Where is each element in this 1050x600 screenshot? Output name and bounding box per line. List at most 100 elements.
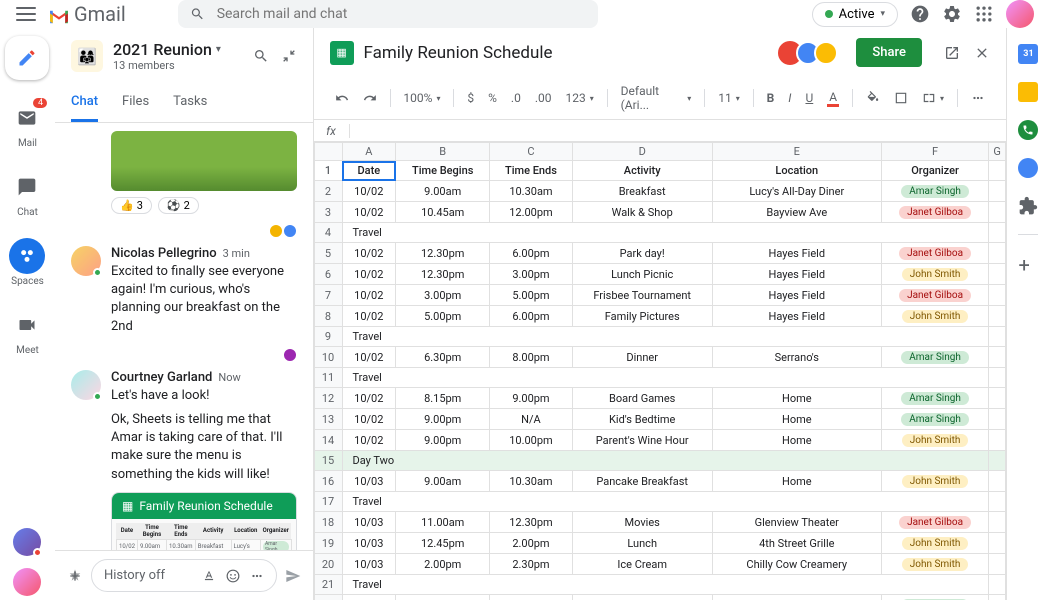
cell[interactable]: 12.30pm <box>396 264 490 285</box>
row-header[interactable]: 10 <box>314 347 342 368</box>
cell[interactable]: 5.30pm <box>490 595 572 600</box>
compose-button[interactable] <box>5 36 49 80</box>
cell[interactable] <box>989 243 1006 264</box>
rail-chat[interactable]: Chat <box>1 161 53 226</box>
contacts-icon[interactable] <box>1018 120 1038 140</box>
sender-avatar[interactable] <box>71 246 101 276</box>
col-header-A[interactable]: A <box>342 143 396 161</box>
col-header-F[interactable]: F <box>881 143 989 161</box>
cell[interactable] <box>989 451 1006 471</box>
percent-button[interactable]: % <box>483 88 502 108</box>
dm-avatar-2[interactable] <box>13 568 41 596</box>
cell[interactable]: 8.00pm <box>490 347 572 368</box>
cell[interactable]: Kid's Bedtime <box>572 409 712 430</box>
cell[interactable]: 12.00pm <box>490 202 572 223</box>
more-toolbar-icon[interactable] <box>966 88 990 108</box>
cell[interactable]: Dinner <box>572 347 712 368</box>
settings-icon[interactable] <box>942 4 962 24</box>
cell[interactable]: 10.30am <box>490 471 572 492</box>
add-icon[interactable] <box>67 568 83 584</box>
cell[interactable]: Travel <box>342 575 989 595</box>
cell[interactable]: Travel <box>342 327 989 347</box>
cell[interactable]: 10/03 <box>342 533 396 554</box>
cell[interactable]: Travel <box>342 223 989 243</box>
cell[interactable] <box>989 595 1006 600</box>
row-header[interactable]: 18 <box>314 512 342 533</box>
cell[interactable]: Day Two <box>342 451 989 471</box>
sender-avatar[interactable] <box>71 370 101 400</box>
apps-icon[interactable] <box>974 4 994 24</box>
send-icon[interactable] <box>285 568 301 584</box>
cell[interactable]: Chilly Cow Creamery <box>712 554 881 575</box>
cell[interactable]: Glenview Theater <box>712 512 881 533</box>
cell[interactable]: Hayes Field <box>712 306 881 327</box>
underline-button[interactable]: U <box>800 88 818 108</box>
cell[interactable]: Activity <box>572 161 712 181</box>
redo-icon[interactable] <box>358 88 382 108</box>
row-header[interactable]: 16 <box>314 471 342 492</box>
row-header[interactable]: 6 <box>314 264 342 285</box>
rail-meet[interactable]: Meet <box>1 299 53 364</box>
col-header-D[interactable]: D <box>572 143 712 161</box>
cell[interactable]: Janet Gilboa <box>881 202 989 223</box>
open-external-icon[interactable] <box>944 45 960 61</box>
corner-cell[interactable] <box>314 143 342 161</box>
reaction-soccer[interactable]: ⚽2 <box>158 197 199 214</box>
spreadsheet-grid[interactable]: ABCDEFG1 Date Time Begins Time Ends Acti… <box>314 142 1006 600</box>
cell[interactable]: Home <box>712 388 881 409</box>
cell[interactable]: 2.00pm <box>396 554 490 575</box>
cell[interactable] <box>989 285 1006 306</box>
cell[interactable]: 10/02 <box>342 409 396 430</box>
space-name[interactable]: 2021 Reunion▾ <box>113 40 243 59</box>
share-button[interactable]: Share <box>856 38 922 67</box>
cell[interactable]: John Smith <box>881 264 989 285</box>
gmail-logo[interactable]: Gmail <box>48 2 126 26</box>
cell[interactable]: Hayes Field <box>712 243 881 264</box>
cell[interactable] <box>989 409 1006 430</box>
cell[interactable]: Time Ends <box>490 161 572 181</box>
borders-button[interactable] <box>889 88 913 108</box>
row-header[interactable]: 9 <box>314 327 342 347</box>
cell[interactable]: 3.00pm <box>396 285 490 306</box>
cell[interactable]: Janet Gilboa <box>881 285 989 306</box>
cell[interactable]: 12.30pm <box>396 243 490 264</box>
format-icon[interactable] <box>202 569 216 583</box>
cell[interactable]: Breakfast <box>572 181 712 202</box>
row-header[interactable]: 20 <box>314 554 342 575</box>
cell[interactable]: Serrano's <box>712 347 881 368</box>
cell[interactable]: 2.30pm <box>490 554 572 575</box>
cell[interactable]: 10.00pm <box>490 430 572 451</box>
cell[interactable]: Amar Singh <box>881 409 989 430</box>
add-addon-icon[interactable]: + <box>1018 253 1038 273</box>
cell[interactable]: Park day! <box>572 243 712 264</box>
row-header[interactable]: 5 <box>314 243 342 264</box>
row-header[interactable]: 11 <box>314 368 342 388</box>
cell[interactable]: 9.00pm <box>396 430 490 451</box>
cell[interactable]: Home <box>712 471 881 492</box>
cell[interactable]: Lucy's All-Day Diner <box>712 181 881 202</box>
cell[interactable] <box>989 181 1006 202</box>
cell[interactable]: 10/03 <box>342 471 396 492</box>
cell[interactable]: 10/03 <box>342 595 396 600</box>
row-header[interactable]: 1 <box>314 161 342 181</box>
cell[interactable] <box>989 264 1006 285</box>
col-header-E[interactable]: E <box>712 143 881 161</box>
cell[interactable] <box>989 327 1006 347</box>
cell[interactable]: 9.00pm <box>396 409 490 430</box>
cell[interactable]: John Smith <box>881 554 989 575</box>
row-header[interactable]: 14 <box>314 430 342 451</box>
search-in-space-icon[interactable] <box>253 48 269 64</box>
cell[interactable] <box>989 306 1006 327</box>
image-attachment[interactable] <box>111 131 297 191</box>
cell[interactable]: 12.30pm <box>490 512 572 533</box>
cell[interactable]: Ice Cream <box>572 554 712 575</box>
row-header[interactable]: 8 <box>314 306 342 327</box>
row-header[interactable]: 17 <box>314 492 342 512</box>
italic-button[interactable]: I <box>783 88 796 108</box>
formula-bar[interactable]: fx <box>314 120 1006 142</box>
cell[interactable]: Bayview Ave <box>712 202 881 223</box>
cell[interactable]: 10/02 <box>342 181 396 202</box>
merge-button[interactable] <box>917 88 949 108</box>
cell[interactable]: Home <box>712 409 881 430</box>
cell[interactable] <box>989 161 1006 181</box>
